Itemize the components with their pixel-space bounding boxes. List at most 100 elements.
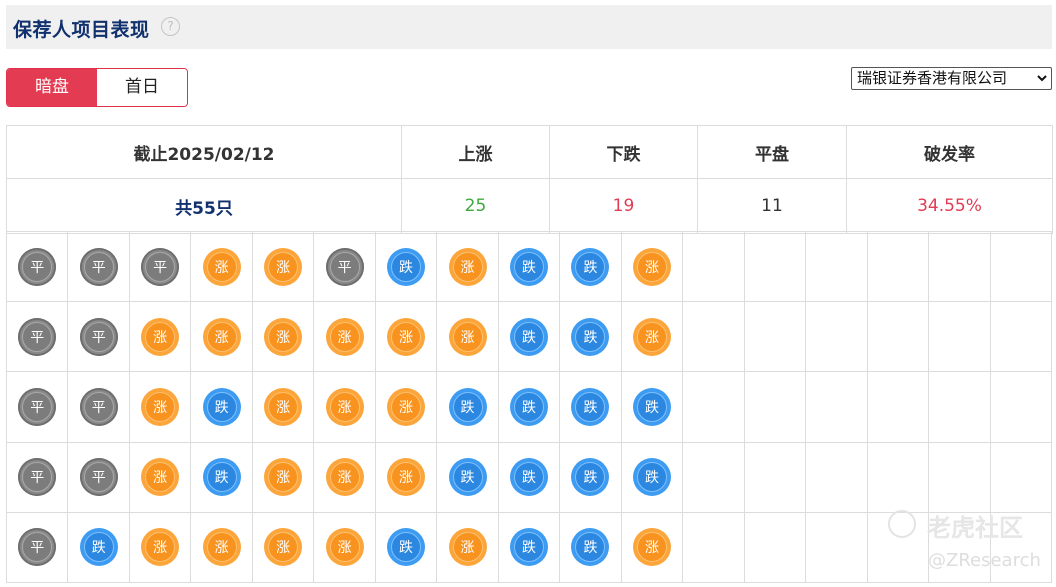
up-badge-icon[interactable]: 涨 <box>448 528 487 567</box>
header-flat: 平盘 <box>697 125 847 179</box>
up-badge-icon[interactable]: 涨 <box>387 458 426 497</box>
down-badge-icon[interactable]: 跌 <box>509 458 548 497</box>
badge-label: 跌 <box>575 462 606 493</box>
tab-first-day[interactable]: 首日 <box>97 69 187 106</box>
up-badge-icon[interactable]: 涨 <box>202 247 241 286</box>
up-badge-icon[interactable]: 涨 <box>325 317 364 356</box>
help-icon[interactable]: ? <box>161 17 180 36</box>
flat-badge-icon[interactable]: 平 <box>79 458 118 497</box>
badge-label: 平 <box>83 391 114 422</box>
up-badge-icon[interactable]: 涨 <box>141 458 180 497</box>
up-badge-icon[interactable]: 涨 <box>325 458 364 497</box>
up-badge-icon[interactable]: 涨 <box>264 387 303 426</box>
up-badge-icon[interactable]: 涨 <box>141 387 180 426</box>
up-badge-icon[interactable]: 涨 <box>264 528 303 567</box>
grid-cell <box>683 442 745 513</box>
up-badge-icon[interactable]: 涨 <box>632 247 671 286</box>
down-badge-icon[interactable]: 跌 <box>509 247 548 286</box>
up-badge-icon[interactable]: 涨 <box>141 528 180 567</box>
up-badge-icon[interactable]: 涨 <box>202 528 241 567</box>
down-badge-icon[interactable]: 跌 <box>202 458 241 497</box>
badge-label: 跌 <box>575 532 606 563</box>
badge-label: 跌 <box>575 391 606 422</box>
grid-cell: 跌 <box>437 372 499 443</box>
up-badge-icon[interactable]: 涨 <box>264 317 303 356</box>
down-count: 19 <box>549 178 698 234</box>
grid-cell <box>683 372 745 443</box>
down-badge-icon[interactable]: 跌 <box>571 247 610 286</box>
up-badge-icon[interactable]: 涨 <box>141 317 180 356</box>
flat-badge-icon[interactable]: 平 <box>18 247 57 286</box>
badge-label: 涨 <box>268 391 299 422</box>
down-badge-icon[interactable]: 跌 <box>387 247 426 286</box>
flat-badge-icon[interactable]: 平 <box>79 247 118 286</box>
grid-cell: 涨 <box>252 232 315 303</box>
grid-cell <box>867 372 930 443</box>
grid-cell: 跌 <box>621 372 684 443</box>
flat-badge-icon[interactable]: 平 <box>18 528 57 567</box>
grid-cell: 跌 <box>375 512 438 583</box>
grid-cell: 涨 <box>621 512 684 583</box>
tab-grey-market[interactable]: 暗盘 <box>7 69 97 106</box>
grid-cell <box>806 512 868 583</box>
badge-label: 跌 <box>513 321 544 352</box>
flat-badge-icon[interactable]: 平 <box>18 387 57 426</box>
down-badge-icon[interactable]: 跌 <box>571 317 610 356</box>
grid-cell: 跌 <box>437 442 499 513</box>
up-badge-icon[interactable]: 涨 <box>448 247 487 286</box>
down-badge-icon[interactable]: 跌 <box>79 528 118 567</box>
grid-cell: 涨 <box>314 512 376 583</box>
flat-badge-icon[interactable]: 平 <box>18 458 57 497</box>
grid-cell: 平 <box>68 302 130 373</box>
up-badge-icon[interactable]: 涨 <box>264 458 303 497</box>
grid-cell: 平 <box>68 442 130 513</box>
up-badge-icon[interactable]: 涨 <box>448 317 487 356</box>
down-badge-icon[interactable]: 跌 <box>202 387 241 426</box>
grid-cell <box>990 372 1052 443</box>
header-up: 上涨 <box>401 125 550 179</box>
up-badge-icon[interactable]: 涨 <box>387 387 426 426</box>
grid-cell: 涨 <box>375 372 438 443</box>
grid-cell: 涨 <box>191 232 253 303</box>
up-badge-icon[interactable]: 涨 <box>202 317 241 356</box>
down-badge-icon[interactable]: 跌 <box>571 458 610 497</box>
grid-cell: 跌 <box>560 372 622 443</box>
down-badge-icon[interactable]: 跌 <box>571 528 610 567</box>
grid-cell: 涨 <box>191 302 253 373</box>
down-badge-icon[interactable]: 跌 <box>571 387 610 426</box>
up-badge-icon[interactable]: 涨 <box>632 528 671 567</box>
up-badge-icon[interactable]: 涨 <box>325 387 364 426</box>
down-badge-icon[interactable]: 跌 <box>632 458 671 497</box>
grid-cell: 跌 <box>498 302 561 373</box>
down-badge-icon[interactable]: 跌 <box>509 528 548 567</box>
up-badge-icon[interactable]: 涨 <box>632 317 671 356</box>
down-badge-icon[interactable]: 跌 <box>509 387 548 426</box>
grid-cell: 涨 <box>252 372 315 443</box>
flat-badge-icon[interactable]: 平 <box>18 317 57 356</box>
up-badge-icon[interactable]: 涨 <box>264 247 303 286</box>
grid-cell <box>744 232 807 303</box>
badge-label: 涨 <box>636 321 667 352</box>
up-count: 25 <box>401 178 550 234</box>
flat-badge-icon[interactable]: 平 <box>141 247 180 286</box>
down-badge-icon[interactable]: 跌 <box>448 458 487 497</box>
down-badge-icon[interactable]: 跌 <box>509 317 548 356</box>
flat-badge-icon[interactable]: 平 <box>79 387 118 426</box>
down-badge-icon[interactable]: 跌 <box>387 528 426 567</box>
grid-cell <box>929 372 991 443</box>
badge-label: 涨 <box>391 321 422 352</box>
grid-cell: 涨 <box>314 372 376 443</box>
grid-cell: 涨 <box>252 302 315 373</box>
flat-badge-icon[interactable]: 平 <box>79 317 118 356</box>
grid-cell <box>990 442 1052 513</box>
flat-badge-icon[interactable]: 平 <box>325 247 364 286</box>
grid-cell <box>683 512 745 583</box>
sponsor-select[interactable]: 瑞银证券香港有限公司 <box>851 67 1052 90</box>
grid-cell: 涨 <box>252 512 315 583</box>
down-badge-icon[interactable]: 跌 <box>448 387 487 426</box>
up-badge-icon[interactable]: 涨 <box>387 317 426 356</box>
grid-cell: 跌 <box>560 232 622 303</box>
badge-label: 涨 <box>636 532 667 563</box>
down-badge-icon[interactable]: 跌 <box>632 387 671 426</box>
up-badge-icon[interactable]: 涨 <box>325 528 364 567</box>
